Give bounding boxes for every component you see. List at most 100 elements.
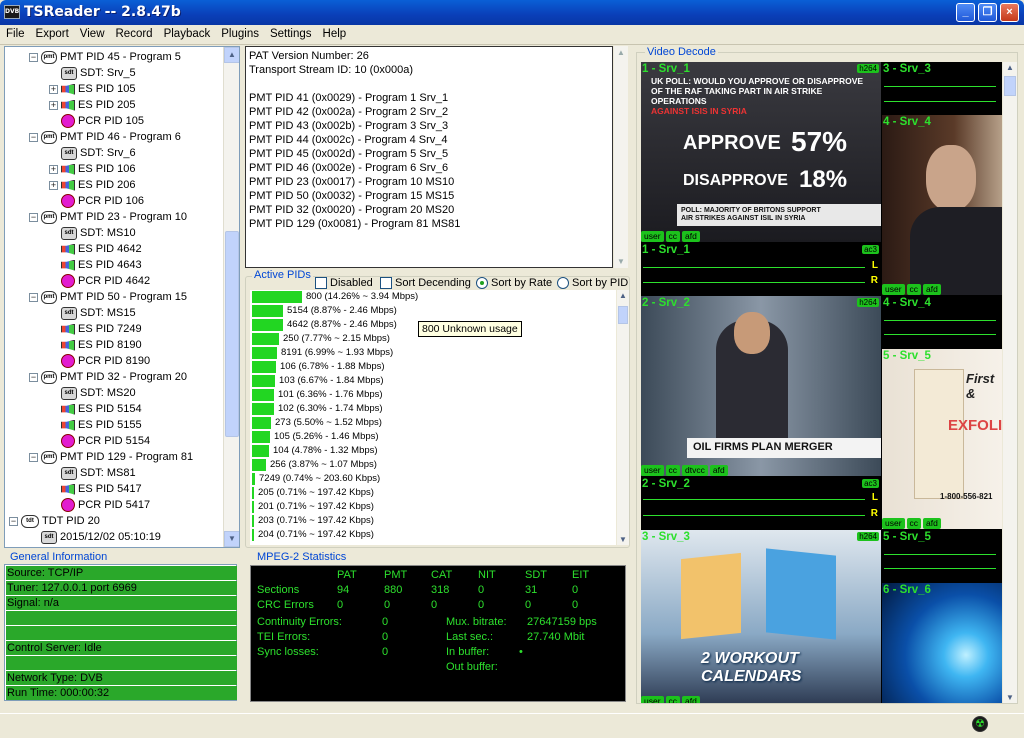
tree-item[interactable]: + ES PID 105 xyxy=(49,81,135,97)
expand-icon[interactable]: + xyxy=(49,180,58,190)
user-button[interactable]: user xyxy=(641,231,664,242)
menu-playback[interactable]: Playback xyxy=(158,25,216,40)
tree-item[interactable]: PCR PID 5154 xyxy=(49,433,150,449)
tree-item[interactable]: − tdt TDT PID 20 xyxy=(9,513,100,529)
tree-item[interactable]: sdt SDT: Srv_6 xyxy=(49,145,136,161)
pid-row[interactable]: 5154 (8.87% - 2.46 Mbps) xyxy=(252,304,612,318)
tree-item[interactable]: − pmt PMT PID 32 - Program 20 xyxy=(29,369,187,385)
menu-record[interactable]: Record xyxy=(110,25,158,40)
expand-icon[interactable]: + xyxy=(49,84,58,94)
pid-row[interactable]: 201 (0.71% ~ 197.42 Kbps) xyxy=(252,500,612,514)
user-button[interactable]: user xyxy=(882,518,905,529)
minimize-button[interactable]: _ xyxy=(956,3,975,22)
scroll-down-icon[interactable]: ▼ xyxy=(1006,693,1014,702)
tree-item[interactable]: − pmt PMT PID 45 - Program 5 xyxy=(29,49,181,65)
checkbox-box[interactable] xyxy=(315,277,327,290)
radio-unselected[interactable] xyxy=(557,277,569,290)
tree-item[interactable]: ES PID 5155 xyxy=(49,417,142,433)
afd-button[interactable]: afd xyxy=(682,696,700,703)
tree-item[interactable]: − pmt PMT PID 23 - Program 10 xyxy=(29,209,187,225)
video-decode-area[interactable]: UK POLL: WOULD YOU APPROVE OR DISAPPROVE… xyxy=(641,62,1002,703)
tree-item[interactable]: sdt SDT: Srv_5 xyxy=(49,65,136,81)
video-tile-srv1[interactable]: UK POLL: WOULD YOU APPROVE OR DISAPPROVE… xyxy=(641,62,881,242)
video-scrollbar[interactable]: ▲ ▼ xyxy=(1003,62,1017,703)
video-tile-srv5[interactable]: First & EXFOLI 1-800-556-821 5 - Srv_5 u… xyxy=(882,349,1002,529)
afd-button[interactable]: afd xyxy=(923,284,941,295)
tree-item[interactable]: − pmt PMT PID 50 - Program 15 xyxy=(29,289,187,305)
tree-item[interactable]: sdt SDT: MS15 xyxy=(49,305,136,321)
audio-tile-srv1[interactable]: 1 - Srv_1 ac3 L R xyxy=(641,243,881,295)
collapse-icon[interactable]: − xyxy=(29,132,38,142)
pid-row[interactable]: 102 (6.30% - 1.74 Mbps) xyxy=(252,402,612,416)
close-button[interactable]: × xyxy=(1000,3,1019,22)
pid-row[interactable]: 7249 (0.74% ~ 203.60 Kbps) xyxy=(252,472,612,486)
tree-item[interactable]: PCR PID 105 xyxy=(49,113,144,129)
audio-tile-srv5[interactable]: 5 - Srv_5 xyxy=(882,530,1002,582)
collapse-icon[interactable]: − xyxy=(29,452,38,462)
pid-row[interactable]: 204 (0.71% ~ 197.42 Kbps) xyxy=(252,528,612,542)
sort-descending-checkbox[interactable]: Sort Decending xyxy=(380,277,471,290)
tree-item[interactable]: PCR PID 106 xyxy=(49,193,144,209)
afd-button[interactable]: afd xyxy=(709,465,728,476)
tree-item[interactable]: + ES PID 206 xyxy=(49,177,135,193)
menu-file[interactable]: File xyxy=(0,25,30,40)
pid-row[interactable]: 800 (14.26% ~ 3.94 Mbps) xyxy=(252,290,612,304)
cc-button[interactable]: cc xyxy=(665,231,681,242)
menu-export[interactable]: Export xyxy=(30,25,74,40)
scroll-down-button[interactable]: ▼ xyxy=(224,531,239,547)
scroll-up-icon[interactable]: ▲ xyxy=(1006,63,1014,72)
cc-button[interactable]: cc xyxy=(906,518,922,529)
tree-item[interactable]: ES PID 4643 xyxy=(49,257,142,273)
video-tile-srv2[interactable]: OIL FIRMS PLAN MERGER 2 - Srv_2 h264 use… xyxy=(641,296,881,476)
radiation-icon[interactable]: ☢ xyxy=(972,716,988,732)
pid-row[interactable]: 101 (6.36% - 1.76 Mbps) xyxy=(252,388,612,402)
pid-row[interactable]: 256 (3.87% ~ 1.07 Mbps) xyxy=(252,458,612,472)
pid-row[interactable]: 8191 (6.99% ~ 1.93 Mbps) xyxy=(252,346,612,360)
video-tile-srv6[interactable]: 6 - Srv_6 xyxy=(882,583,1002,703)
tree-item[interactable]: sdt 2015/12/02 05:10:19 xyxy=(29,529,161,545)
cc-button[interactable]: cc xyxy=(665,696,681,703)
menu-plugins[interactable]: Plugins xyxy=(215,25,264,40)
video-tile-srv4[interactable]: 4 - Srv_4 user cc afd xyxy=(882,115,1002,295)
tree-item[interactable]: + ES PID 205 xyxy=(49,97,135,113)
scroll-thumb[interactable] xyxy=(618,306,628,324)
scroll-thumb[interactable] xyxy=(1004,76,1016,96)
stream-tree[interactable]: − pmt PMT PID 45 - Program 5 sdt SDT: Srv_5 +… xyxy=(4,46,240,548)
user-button[interactable]: user xyxy=(641,696,664,703)
menu-view[interactable]: View xyxy=(74,25,110,40)
expand-icon[interactable]: + xyxy=(49,164,58,174)
tree-item[interactable]: sdt SDT: MS10 xyxy=(49,225,136,241)
tree-item[interactable]: ES PID 4642 xyxy=(49,241,142,257)
pid-row[interactable]: 106 (6.78% - 1.88 Mbps) xyxy=(252,360,612,374)
pid-row[interactable]: 273 (5.50% ~ 1.52 Mbps) xyxy=(252,416,612,430)
cc-button[interactable]: cc xyxy=(906,284,922,295)
checkbox-box[interactable] xyxy=(380,277,392,290)
scroll-thumb[interactable] xyxy=(225,231,239,437)
pid-list-scrollbar[interactable]: ▲ ▼ xyxy=(617,290,629,545)
tree-item[interactable]: ES PID 5154 xyxy=(49,401,142,417)
tree-item[interactable]: PCR PID 5417 xyxy=(49,497,150,513)
pid-row[interactable]: 105 (5.26% - 1.46 Mbps) xyxy=(252,430,612,444)
video-tile-srv3[interactable]: 2 WORKOUT CALENDARS 3 - Srv_3 h264 user c… xyxy=(641,530,881,703)
tree-item[interactable]: PCR PID 8190 xyxy=(49,353,150,369)
tree-item[interactable]: ES PID 5417 xyxy=(49,481,142,497)
expand-icon[interactable]: + xyxy=(49,100,58,110)
pid-row[interactable]: 104 (4.78% - 1.32 Mbps) xyxy=(252,444,612,458)
tree-item[interactable]: ES PID 8190 xyxy=(49,337,142,353)
pat-scrollbar[interactable]: ▲ ▼ xyxy=(614,46,628,268)
afd-button[interactable]: afd xyxy=(923,518,941,529)
tree-item[interactable]: + ES PID 106 xyxy=(49,161,135,177)
tree-scrollbar[interactable]: ▲ ▼ xyxy=(223,47,239,547)
sort-by-rate-radio[interactable]: Sort by Rate xyxy=(476,277,552,290)
pid-row[interactable]: 205 (0.71% ~ 197.42 Kbps) xyxy=(252,486,612,500)
tree-item[interactable]: − pmt PMT PID 129 - Program 81 xyxy=(29,449,193,465)
disabled-checkbox[interactable]: Disabled xyxy=(315,277,373,290)
cc-button[interactable]: cc xyxy=(665,465,681,476)
scroll-down-icon[interactable]: ▼ xyxy=(619,535,627,544)
tree-item[interactable]: ES PID 7249 xyxy=(49,321,142,337)
collapse-icon[interactable]: − xyxy=(29,52,38,62)
afd-button[interactable]: afd xyxy=(682,231,700,242)
sort-by-pid-radio[interactable]: Sort by PID xyxy=(557,277,628,290)
tree-item[interactable]: sdt SDT: MS81 xyxy=(49,465,136,481)
user-button[interactable]: user xyxy=(641,465,664,476)
